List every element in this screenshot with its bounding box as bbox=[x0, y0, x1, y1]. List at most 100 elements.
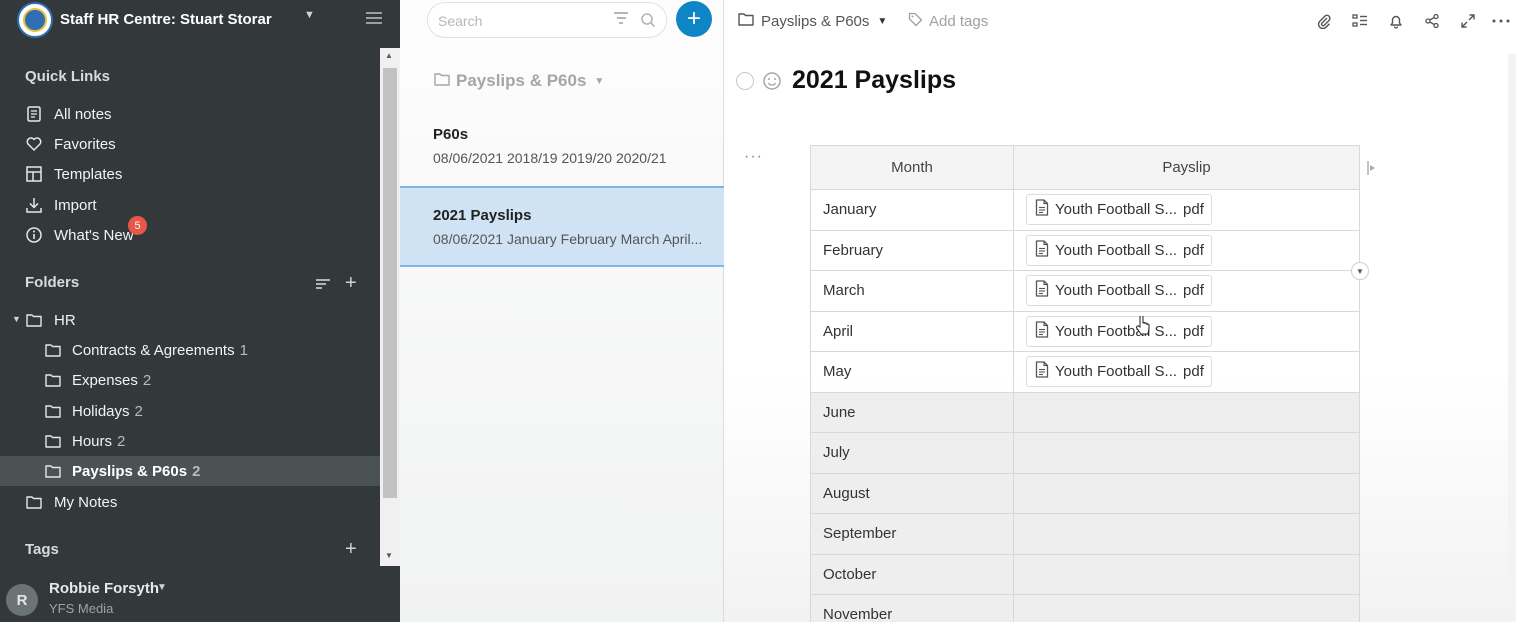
sidebar-item-contracts[interactable]: Contracts & Agreements 1 bbox=[0, 335, 380, 365]
workspace-logo bbox=[17, 2, 53, 38]
more-options-icon[interactable] bbox=[1492, 11, 1510, 31]
folder-icon bbox=[25, 311, 43, 329]
breadcrumb[interactable]: Payslips & P60s ▼ bbox=[738, 12, 887, 30]
add-folder-icon[interactable]: + bbox=[345, 273, 357, 293]
emoji-icon[interactable] bbox=[762, 71, 782, 91]
download-icon bbox=[25, 196, 43, 214]
note-editor: Payslips & P60s ▼ Add tags 2021 Payslips… bbox=[724, 0, 1516, 622]
payslip-cell[interactable]: Youth Football S... pdf bbox=[1013, 189, 1360, 231]
sidebar-item-all-notes[interactable]: All notes bbox=[0, 99, 380, 129]
editor-scrollbar[interactable] bbox=[1508, 54, 1516, 622]
sidebar-scrollbar[interactable]: ▲ ▼ bbox=[380, 48, 400, 566]
user-menu[interactable]: R Robbie Forsyth ▼ YFS Media bbox=[0, 574, 400, 622]
share-icon[interactable] bbox=[1422, 11, 1442, 31]
chevron-down-icon[interactable]: ▼ bbox=[594, 76, 604, 87]
search-box[interactable]: Search bbox=[427, 2, 667, 38]
attachment-chip[interactable]: Youth Football S... pdf bbox=[1026, 315, 1212, 347]
attachment-chip[interactable]: Youth Football S... pdf bbox=[1026, 194, 1212, 226]
month-cell[interactable]: March bbox=[810, 270, 1014, 312]
sort-folders-icon[interactable] bbox=[316, 274, 330, 289]
payslip-cell[interactable]: Youth Football S... pdf bbox=[1013, 310, 1360, 352]
month-cell[interactable]: February bbox=[810, 229, 1014, 271]
month-cell[interactable]: July bbox=[810, 432, 1014, 474]
payslip-cell[interactable] bbox=[1013, 513, 1360, 555]
month-cell[interactable]: January bbox=[810, 189, 1014, 231]
workspace-caret-icon[interactable]: ▼ bbox=[304, 9, 315, 21]
add-tags-label: Add tags bbox=[929, 13, 989, 30]
month-cell[interactable]: May bbox=[810, 351, 1014, 393]
payslip-cell[interactable] bbox=[1013, 553, 1360, 595]
workspace-header[interactable]: Staff HR Centre: Stuart Storar ▼ bbox=[0, 0, 400, 42]
scroll-up-icon[interactable]: ▲ bbox=[385, 51, 393, 60]
payslip-cell[interactable] bbox=[1013, 594, 1360, 622]
sidebar-item-favorites[interactable]: Favorites bbox=[0, 129, 380, 159]
mouse-cursor-icon bbox=[1136, 315, 1150, 338]
bell-icon[interactable] bbox=[1386, 11, 1406, 31]
column-header[interactable]: Month bbox=[810, 145, 1014, 190]
add-column-handle-icon[interactable] bbox=[1366, 160, 1376, 176]
table-header-row: Month Payslip bbox=[810, 145, 1360, 190]
attachment-chip[interactable]: Youth Football S... pdf bbox=[1026, 356, 1212, 388]
add-tags-button[interactable]: Add tags bbox=[908, 12, 988, 31]
complete-toggle[interactable] bbox=[736, 71, 754, 90]
sidebar-item-whats-new[interactable]: What's New bbox=[0, 220, 380, 250]
filter-icon[interactable] bbox=[614, 12, 628, 26]
sidebar-item-holidays[interactable]: Holidays 2 bbox=[0, 396, 380, 426]
folders-heading: Folders bbox=[25, 274, 80, 291]
month-cell[interactable]: September bbox=[810, 513, 1014, 555]
attachment-chip[interactable]: Youth Football S... pdf bbox=[1026, 234, 1212, 266]
note-item-2021-payslips[interactable]: 2021 Payslips 08/06/2021 January Februar… bbox=[400, 186, 724, 267]
note-item-p60s[interactable]: P60s 08/06/2021 2018/19 2019/20 2020/21 bbox=[400, 110, 724, 186]
folder-icon bbox=[44, 341, 62, 359]
row-menu-icon[interactable]: ▼ bbox=[1351, 262, 1369, 280]
quick-links-heading: Quick Links bbox=[25, 68, 111, 85]
month-cell[interactable]: November bbox=[810, 594, 1014, 622]
whats-new-badge: 5 bbox=[128, 216, 147, 235]
sidebar-item-templates[interactable]: Templates bbox=[0, 159, 380, 189]
sidebar-item-hours[interactable]: Hours 2 bbox=[0, 426, 380, 456]
month-cell[interactable]: April bbox=[810, 310, 1014, 352]
attachment-chip[interactable]: Youth Football S... pdf bbox=[1026, 275, 1212, 307]
folder-icon bbox=[434, 71, 450, 91]
column-header[interactable]: Payslip bbox=[1013, 145, 1360, 190]
sidebar-item-expenses[interactable]: Expenses 2 bbox=[0, 365, 380, 395]
note-list-folder-title[interactable]: Payslips & P60s ▼ bbox=[434, 71, 604, 91]
attachment-name: Youth Football S... bbox=[1055, 322, 1178, 340]
folder-count: 2 bbox=[192, 462, 201, 480]
expand-icon[interactable] bbox=[1458, 11, 1478, 31]
heart-icon bbox=[25, 135, 43, 153]
folder-icon bbox=[44, 432, 62, 450]
info-icon bbox=[25, 226, 43, 244]
add-tag-icon[interactable]: + bbox=[345, 539, 357, 559]
payslip-cell[interactable]: Youth Football S... pdf bbox=[1013, 270, 1360, 312]
sidebar-item-hr[interactable]: HR bbox=[0, 305, 380, 335]
search-input[interactable]: Search bbox=[438, 13, 482, 29]
chevron-down-icon[interactable]: ▼ bbox=[877, 16, 887, 27]
payslip-cell[interactable] bbox=[1013, 432, 1360, 474]
payslip-cell[interactable] bbox=[1013, 391, 1360, 433]
month-cell[interactable]: June bbox=[810, 391, 1014, 433]
user-caret-icon[interactable]: ▼ bbox=[157, 582, 167, 593]
folder-icon bbox=[738, 12, 754, 30]
document-icon bbox=[1035, 321, 1049, 342]
page-title[interactable]: 2021 Payslips bbox=[792, 66, 956, 95]
outline-icon[interactable] bbox=[1350, 11, 1370, 31]
payslip-cell[interactable]: Youth Football S... pdf bbox=[1013, 351, 1360, 393]
search-icon[interactable] bbox=[640, 12, 656, 28]
month-cell[interactable]: October bbox=[810, 553, 1014, 595]
sidebar-item-import[interactable]: Import bbox=[0, 190, 380, 220]
add-note-button[interactable]: + bbox=[676, 1, 712, 37]
scroll-down-icon[interactable]: ▼ bbox=[385, 551, 393, 560]
document-icon bbox=[1035, 280, 1049, 301]
payslip-cell[interactable] bbox=[1013, 472, 1360, 514]
sidebar-item-my-notes[interactable]: My Notes bbox=[0, 487, 380, 517]
sidebar-item-payslips[interactable]: Payslips & P60s 2 bbox=[0, 456, 380, 486]
attachment-icon[interactable] bbox=[1314, 11, 1334, 31]
attachment-ext: pdf bbox=[1183, 201, 1204, 219]
month-cell[interactable]: August bbox=[810, 472, 1014, 514]
collapse-sidebar-icon[interactable] bbox=[366, 12, 382, 26]
payslip-cell[interactable]: Youth Football S... pdf bbox=[1013, 229, 1360, 271]
block-menu-icon[interactable]: ··· bbox=[744, 148, 763, 166]
folder-count: 1 bbox=[239, 341, 248, 359]
scrollbar-thumb[interactable] bbox=[383, 68, 397, 498]
